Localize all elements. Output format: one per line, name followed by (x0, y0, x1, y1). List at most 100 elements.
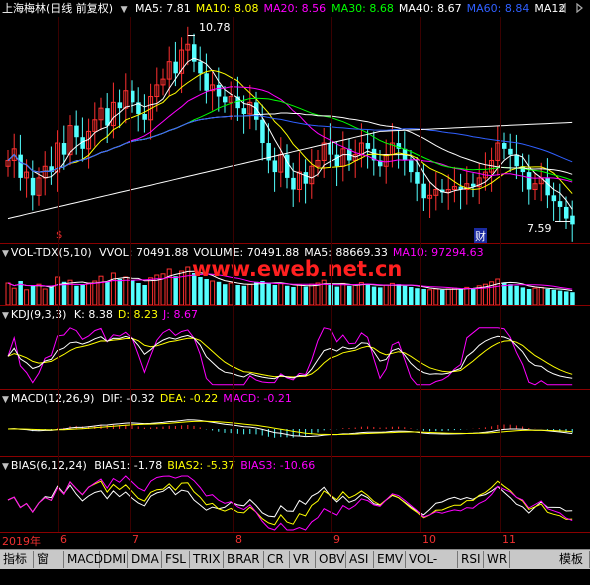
volume-bar (557, 290, 563, 305)
collapse-icon[interactable]: ▼ (121, 5, 128, 15)
volume-bar (378, 287, 383, 305)
volume-bar (86, 282, 92, 305)
toolbar-tab-13[interactable]: VOL-TDX (406, 551, 458, 583)
bias-indicator-name[interactable]: BIAS(6,12,24) (11, 459, 87, 472)
volume-bar (440, 289, 445, 305)
toolbar-tab-0[interactable]: 指标 (0, 551, 34, 568)
date-label: 11 (502, 533, 516, 546)
month-gridline (500, 17, 501, 532)
volume-bar (110, 272, 116, 305)
dividend-marker[interactable]: $ (56, 230, 62, 241)
ma-long-line (7, 121, 573, 220)
toolbar-tab-11[interactable]: ASI (346, 551, 374, 568)
macd-collapse-icon[interactable]: ▼ (2, 395, 9, 405)
watermark: www.eweb.net.cn (192, 257, 403, 281)
month-gridline (233, 17, 234, 532)
volume-bar (334, 286, 340, 305)
toolbar-tab-2[interactable]: MACD (64, 551, 103, 568)
toolbar-tab-15[interactable]: WR (484, 551, 510, 568)
bias-panel-header: ▼ BIAS(6,12,24) BIAS1: -1.78 BIAS2: -5.37 B… (0, 457, 590, 474)
finance-marker[interactable]: 财 (474, 228, 487, 244)
volume-bar (538, 286, 544, 305)
volume-bar (421, 289, 426, 305)
price-chart[interactable] (0, 17, 580, 242)
bias-legend-item: BIAS3: -10.66 (240, 459, 316, 472)
candle-body (74, 125, 79, 138)
macd-legend-item: DIF: -0.32 (101, 392, 155, 405)
toolbar-tab-7[interactable]: BRAR (224, 551, 264, 568)
volume-bar (389, 282, 395, 305)
volume-bar (272, 285, 278, 305)
volume-bar (340, 282, 346, 305)
toolbar-tab-14[interactable]: RSI (458, 551, 484, 568)
volume-bar (402, 285, 408, 305)
main-panel-header: 上海梅林(日线 前复权) ▼ MA5: 7.81 MA10: 8.08 MA20: … (0, 0, 590, 17)
volume-bar (61, 281, 67, 305)
vol-indicator-name[interactable]: VOL-TDX(5,10) (11, 246, 92, 259)
kdj-line (7, 327, 573, 386)
candle-body (18, 154, 23, 178)
candle-body (241, 108, 247, 114)
volume-bar (285, 285, 290, 305)
candle-body (173, 61, 178, 74)
kdj-legend: K: 8.38 D: 8.23 J: 8.67 (74, 308, 203, 321)
toolbar-tab-12[interactable]: EMV (374, 551, 406, 568)
volume-bar (464, 286, 470, 305)
bias-collapse-icon[interactable]: ▼ (2, 462, 9, 472)
date-label: 6 (60, 533, 67, 546)
candle-body (365, 143, 371, 149)
right-arrow-icon[interactable] (574, 3, 584, 13)
volume-bar (105, 281, 110, 305)
volume-bar (502, 283, 507, 305)
volume-bar (148, 277, 154, 305)
volume-bar (396, 284, 402, 305)
volume-bar (98, 275, 104, 305)
volume-bar (514, 285, 519, 305)
kdj-collapse-icon[interactable]: ▼ (2, 311, 9, 321)
ma-legend-item: MA60: 8.84 (466, 2, 530, 15)
left-arrow-icon[interactable] (558, 3, 568, 13)
macd-legend-item: DEA: -0.22 (159, 392, 219, 405)
toolbar-tab-4[interactable]: DMA (128, 551, 162, 568)
candle-body (61, 143, 67, 155)
volume-bar (570, 292, 575, 305)
ma-legend-item: MA30: 8.68 (331, 2, 394, 15)
volume-bar (92, 280, 98, 305)
candle-body (260, 119, 265, 144)
toolbar-tab-3[interactable]: DMI (100, 551, 128, 568)
volume-bar (278, 282, 284, 305)
macd-chart[interactable] (0, 407, 580, 455)
candle-body (526, 172, 532, 190)
volume-bar (520, 287, 526, 305)
volume-bar (5, 282, 11, 305)
bias-chart[interactable] (0, 474, 580, 532)
stock-title: 上海梅林(日线 前复权) (2, 2, 114, 15)
bias-legend-item: BIAS1: -1.78 (94, 459, 163, 472)
date-label: 2019年 (2, 535, 41, 548)
month-gridline (331, 17, 332, 532)
toolbar-tab-6[interactable]: TRIX (190, 551, 224, 568)
macd-legend: DIF: -0.32 DEA: -0.22 MACD: -0.21 (102, 392, 297, 405)
volume-bar (532, 287, 538, 305)
month-gridline (420, 17, 421, 532)
date-label: 8 (235, 533, 242, 546)
toolbar-tab-10[interactable]: OBV (316, 551, 346, 568)
toolbar-tab-5[interactable]: FSL (162, 551, 190, 568)
volume-bar (11, 287, 17, 305)
candle-body (421, 183, 426, 199)
kdj-chart[interactable] (0, 323, 580, 388)
volume-bar (24, 289, 30, 305)
volume-bar (526, 289, 532, 305)
vol-collapse-icon[interactable]: ▼ (2, 249, 9, 259)
ma-legend-item: MA5: 7.81 (135, 2, 191, 15)
toolbar-tab-1[interactable]: 窗口 (34, 551, 64, 583)
macd-indicator-name[interactable]: MACD(12,26,9) (11, 392, 95, 405)
toolbar-tab-16[interactable]: 模板 (556, 551, 590, 568)
bias-line (7, 484, 573, 518)
volume-bar (458, 289, 464, 305)
volume-bar (166, 268, 172, 305)
volume-bar (296, 284, 302, 305)
toolbar-tab-8[interactable]: CR (264, 551, 290, 568)
candle-body (204, 73, 209, 91)
toolbar-tab-9[interactable]: VR (290, 551, 316, 568)
